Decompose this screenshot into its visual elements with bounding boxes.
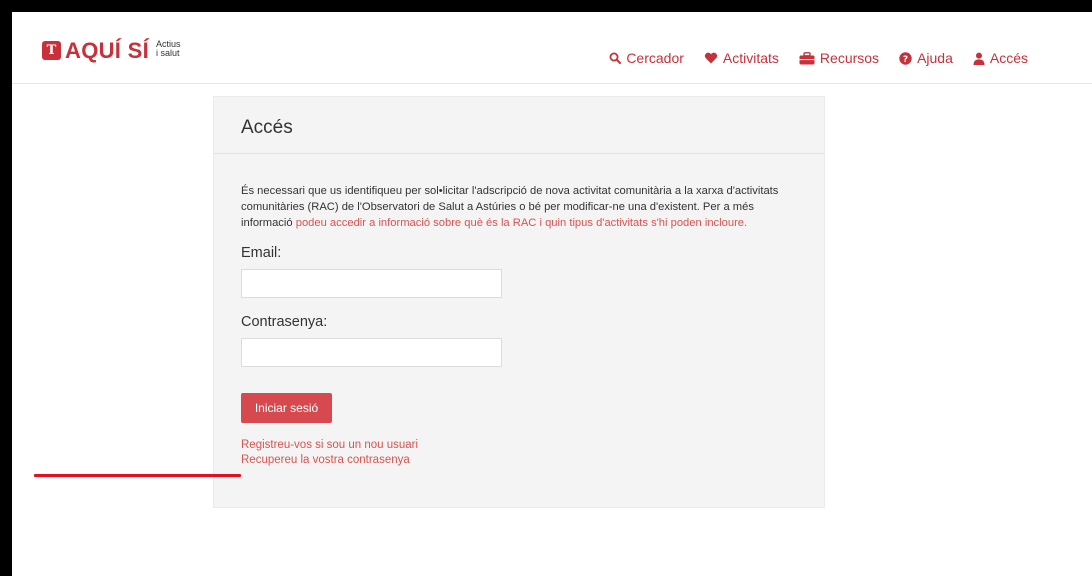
svg-text:?: ? [903,55,908,65]
site-header: T AQUÍ SÍ Actius i salut Cercador Activi… [12,12,1092,84]
email-field[interactable] [241,269,502,298]
heart-icon [704,52,718,64]
site-logo[interactable]: T AQUÍ SÍ Actius i salut [42,40,181,62]
user-icon [973,52,985,65]
logo-subtitle-line2: i salut [156,48,180,58]
logo-mark-icon: T [42,41,61,60]
question-circle-icon: ? [899,51,912,65]
nav-label: Cercador [626,50,684,66]
annotation-underline [34,474,241,477]
nav-label: Recursos [819,50,880,66]
intro-paragraph: És necessari que us identifiqueu per sol… [241,183,796,231]
register-link[interactable]: Registreu-vos si sou un nou usuari [241,438,418,452]
briefcase-icon [799,51,815,65]
page-title: Accés [241,117,293,138]
panel-body: És necessari que us identifiqueu per sol… [214,154,824,467]
password-field[interactable] [241,338,502,367]
main-nav: Cercador Activitats Recursos ? Ajuda Acc… [609,50,1028,66]
search-icon [609,52,622,64]
logo-subtitle: Actius i salut [152,40,181,58]
email-label: Email: [241,245,282,261]
logo-text: AQUÍ SÍ [65,38,149,63]
nav-label: Ajuda [917,50,953,66]
login-panel: Accés És necessari que us identifiqueu p… [213,96,825,508]
nav-label: Activitats [722,50,779,66]
nav-item-recursos[interactable]: Recursos [799,50,879,66]
password-label: Contrasenya: [241,314,328,330]
nav-item-ajuda[interactable]: ? Ajuda [899,50,953,66]
nav-item-cercador[interactable]: Cercador [609,50,684,66]
info-link[interactable]: podeu accedir a informació sobre què és … [296,217,747,229]
recover-password-link[interactable]: Recupereu la vostra contrasenya [241,453,410,467]
nav-item-activitats[interactable]: Activitats [704,50,779,66]
account-links: Registreu-vos si sou un nou usuari Recup… [241,438,797,467]
panel-heading: Accés [214,97,824,154]
nav-item-acces[interactable]: Accés [973,50,1028,66]
nav-label: Accés [989,50,1028,66]
login-button[interactable]: Iniciar sesió [241,393,332,423]
browser-viewport: T AQUÍ SÍ Actius i salut Cercador Activi… [12,12,1092,576]
